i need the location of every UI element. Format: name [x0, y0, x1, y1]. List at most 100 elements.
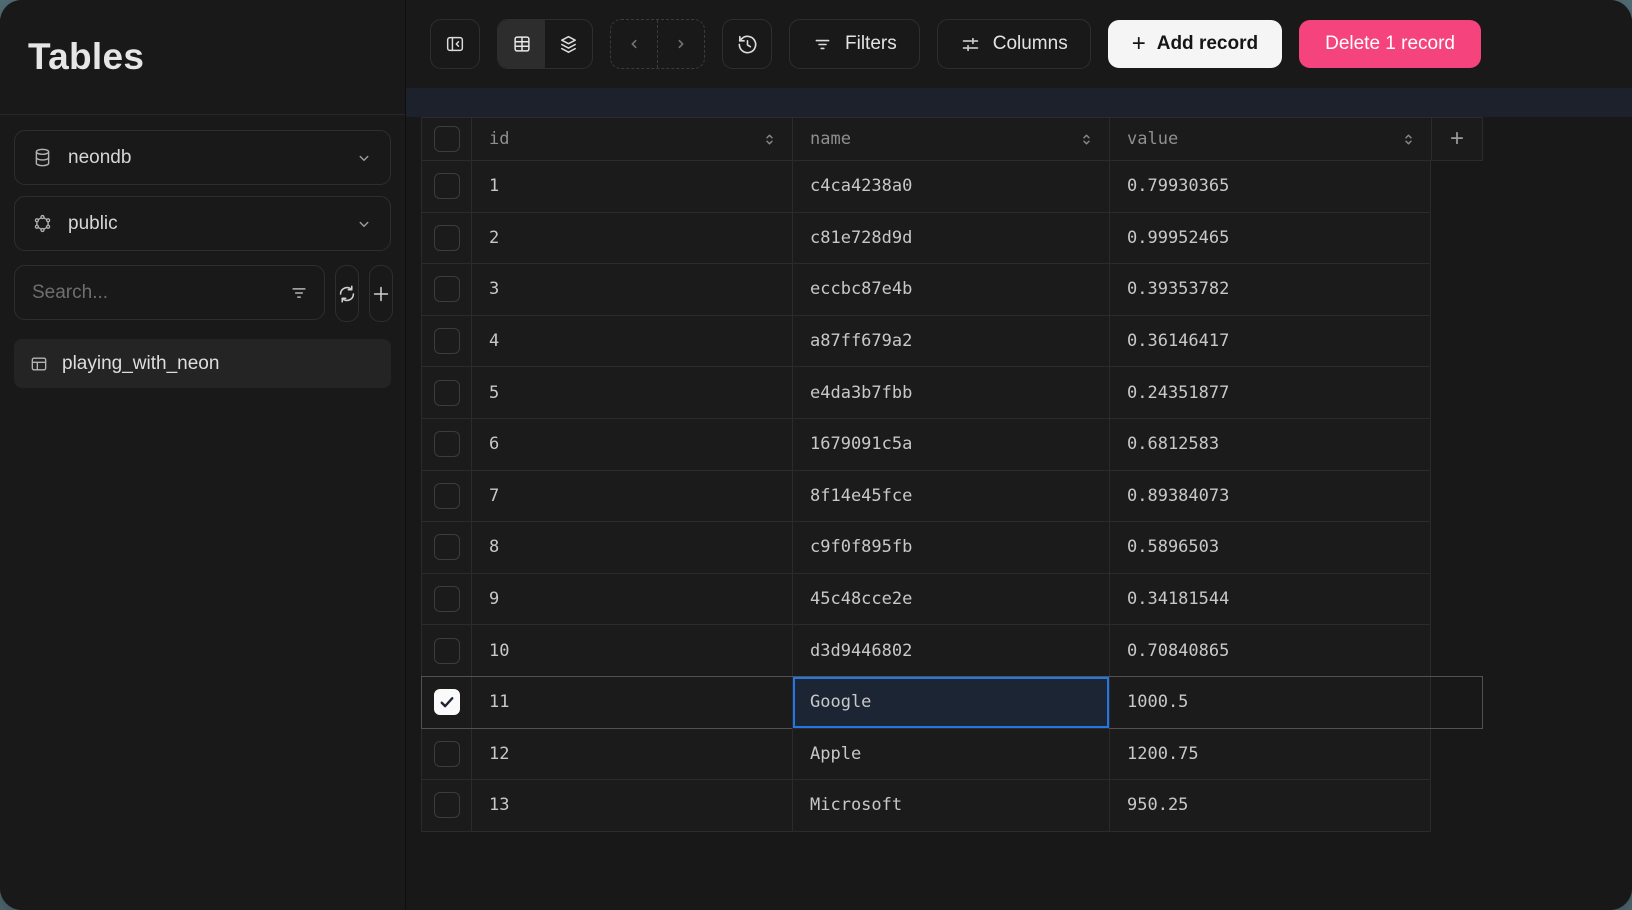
- row-checkbox[interactable]: [434, 483, 460, 509]
- row-checkbox[interactable]: [434, 225, 460, 251]
- cell-id[interactable]: 13: [471, 780, 792, 832]
- select-all-checkbox[interactable]: [434, 126, 460, 152]
- history-button[interactable]: [722, 19, 772, 69]
- cell-id[interactable]: 3: [471, 264, 792, 316]
- row-checkbox[interactable]: [434, 276, 460, 302]
- column-header-id[interactable]: id: [471, 118, 792, 161]
- cell-name[interactable]: c81e728d9d: [792, 213, 1109, 265]
- row-checkbox[interactable]: [434, 328, 460, 354]
- cell-id[interactable]: 11: [471, 677, 792, 729]
- cell-name[interactable]: Microsoft: [792, 780, 1109, 832]
- grid-view-icon: [511, 33, 533, 55]
- row-checkbox[interactable]: [434, 380, 460, 406]
- row-checkbox-cell: [421, 419, 471, 471]
- column-header-name[interactable]: name: [792, 118, 1109, 161]
- cell-name[interactable]: d3d9446802: [792, 625, 1109, 677]
- add-record-button[interactable]: + Add record: [1108, 20, 1282, 68]
- add-column-button[interactable]: +: [1431, 118, 1483, 161]
- cell-id[interactable]: 9: [471, 574, 792, 626]
- collapse-sidebar-button[interactable]: [430, 19, 480, 69]
- cell-value[interactable]: 1200.75: [1109, 729, 1431, 781]
- table-row: 945c48cce2e0.34181544: [421, 574, 1483, 626]
- cell-value[interactable]: 0.99952465: [1109, 213, 1431, 265]
- row-checkbox[interactable]: [434, 586, 460, 612]
- plus-icon: [370, 283, 392, 305]
- cell-id[interactable]: 12: [471, 729, 792, 781]
- row-checkbox-cell: [421, 574, 471, 626]
- cell-name[interactable]: 45c48cce2e: [792, 574, 1109, 626]
- record-pagination: [610, 19, 705, 69]
- schema-select[interactable]: public: [14, 196, 391, 251]
- sidebar-item-playing-with-neon[interactable]: playing_with_neon: [14, 339, 391, 388]
- row-checkbox-cell: [421, 213, 471, 265]
- add-record-button-label: Add record: [1157, 33, 1258, 55]
- table-row: 5e4da3b7fbb0.24351877: [421, 367, 1483, 419]
- refresh-button[interactable]: [335, 265, 359, 322]
- cell-id[interactable]: 8: [471, 522, 792, 574]
- row-checkbox-cell: [421, 729, 471, 781]
- row-checkbox[interactable]: [434, 431, 460, 457]
- cell-value[interactable]: 0.39353782: [1109, 264, 1431, 316]
- cell-id[interactable]: 10: [471, 625, 792, 677]
- cell-id[interactable]: 2: [471, 213, 792, 265]
- cell-id[interactable]: 7: [471, 471, 792, 523]
- cell-id[interactable]: 1: [471, 161, 792, 213]
- collapse-sidebar-icon: [444, 33, 466, 55]
- cell-name[interactable]: c4ca4238a0: [792, 161, 1109, 213]
- cell-value[interactable]: 0.5896503: [1109, 522, 1431, 574]
- cell-name[interactable]: eccbc87e4b: [792, 264, 1109, 316]
- cell-value[interactable]: 0.34181544: [1109, 574, 1431, 626]
- cell-name[interactable]: c9f0f895fb: [792, 522, 1109, 574]
- cell-id[interactable]: 4: [471, 316, 792, 368]
- cell-value[interactable]: 1000.5: [1109, 677, 1431, 729]
- row-checkbox[interactable]: [434, 689, 460, 715]
- row-checkbox[interactable]: [434, 534, 460, 560]
- columns-button[interactable]: Columns: [937, 19, 1091, 69]
- search-row: [14, 265, 391, 322]
- database-icon: [32, 147, 53, 168]
- cell-value[interactable]: 950.25: [1109, 780, 1431, 832]
- cell-value[interactable]: 0.36146417: [1109, 316, 1431, 368]
- database-select[interactable]: neondb: [14, 130, 391, 185]
- cell-id[interactable]: 5: [471, 367, 792, 419]
- cell-value[interactable]: 0.24351877: [1109, 367, 1431, 419]
- cell-name[interactable]: 1679091c5a: [792, 419, 1109, 471]
- column-header-label: value: [1127, 129, 1178, 149]
- table-row: 4a87ff679a20.36146417: [421, 316, 1483, 368]
- cell-value[interactable]: 0.89384073: [1109, 471, 1431, 523]
- row-checkbox-cell: [421, 780, 471, 832]
- row-checkbox[interactable]: [434, 638, 460, 664]
- cell-name[interactable]: Apple: [792, 729, 1109, 781]
- cell-value[interactable]: 0.79930365: [1109, 161, 1431, 213]
- filters-button[interactable]: Filters: [789, 19, 920, 69]
- history-icon: [736, 33, 759, 56]
- table-row: 10d3d94468020.70840865: [421, 625, 1483, 677]
- delete-record-button[interactable]: Delete 1 record: [1299, 20, 1481, 68]
- row-checkbox[interactable]: [434, 173, 460, 199]
- row-checkbox[interactable]: [434, 741, 460, 767]
- app-window: Tables neondb: [0, 0, 1632, 910]
- prev-page-button[interactable]: [611, 20, 657, 68]
- cell-name[interactable]: e4da3b7fbb: [792, 367, 1109, 419]
- row-checkbox-cell: [421, 316, 471, 368]
- next-page-button[interactable]: [657, 20, 704, 68]
- cell-id[interactable]: 6: [471, 419, 792, 471]
- sidebar-header: Tables: [0, 0, 405, 115]
- cell-value[interactable]: 0.6812583: [1109, 419, 1431, 471]
- column-header-value[interactable]: value: [1109, 118, 1431, 161]
- new-table-button[interactable]: [369, 265, 393, 322]
- table-icon: [29, 354, 49, 374]
- row-checkbox[interactable]: [434, 792, 460, 818]
- search-input[interactable]: [30, 281, 279, 305]
- tab-layers-view[interactable]: [545, 20, 592, 68]
- cell-name[interactable]: 8f14e45fce: [792, 471, 1109, 523]
- filter-icon: [812, 34, 833, 55]
- select-all-cell: [421, 118, 471, 161]
- cell-value[interactable]: 0.70840865: [1109, 625, 1431, 677]
- row-checkbox-cell: [421, 471, 471, 523]
- layers-view-icon: [557, 33, 580, 56]
- table-row: 13Microsoft950.25: [421, 780, 1483, 832]
- tab-grid-view[interactable]: [498, 20, 545, 68]
- cell-name[interactable]: Google: [792, 677, 1109, 729]
- cell-name[interactable]: a87ff679a2: [792, 316, 1109, 368]
